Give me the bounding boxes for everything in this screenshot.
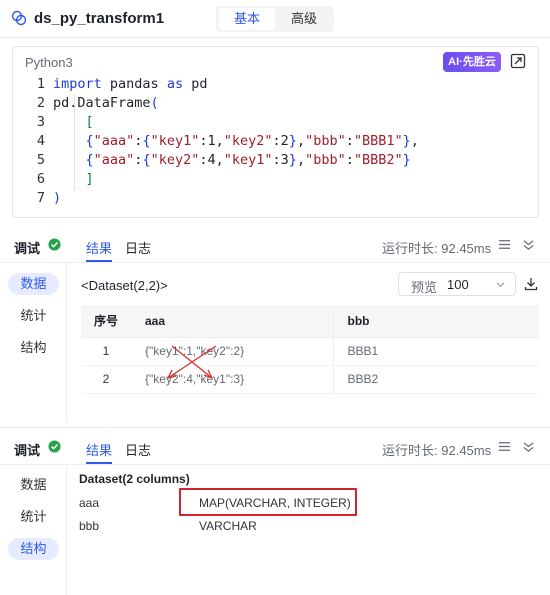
line-number: 4 [36,133,45,149]
runtime-value: 92.45ms [441,241,492,256]
side-tab-stats[interactable]: 统计 [8,506,59,528]
runtime-value: 92.45ms [441,443,492,458]
code-line: 6 ] [13,170,538,189]
table-cell: 1 [81,337,131,366]
line-number: 7 [36,190,45,206]
column-header: bbb [333,305,539,338]
side-tab-structure[interactable]: 结构 [8,538,59,560]
table-cell: BBB1 [333,337,539,366]
collapse-icon[interactable] [522,440,535,453]
side-tab-data[interactable]: 数据 [8,273,59,295]
columns-title: Dataset(2 columns) [79,472,190,486]
runtime-label: 运行时长: [382,241,438,256]
table-cell: 2 [81,365,131,394]
debug-title: 调试 [14,241,41,256]
runtime-label: 运行时长: [382,443,438,458]
mode-switch: 基本 高级 [216,6,334,32]
chevron-down-icon [496,282,505,288]
column-name: bbb [79,519,100,533]
line-number: 5 [36,152,45,168]
tab-result[interactable]: 结果 [86,238,112,257]
column-header: aaa [131,305,334,338]
line-number: 1 [36,76,45,92]
code-line: 1 import pandas as pd [13,75,538,94]
result-sidebar: 数据 统计 结构 [0,465,67,595]
top-bar: ds_py_transform1 基本 高级 [0,0,550,38]
result-sidebar: 数据 统计 结构 [0,263,67,423]
dataset-title: <Dataset(2,2)> [81,278,168,293]
highlight-annotation [179,488,357,516]
line-number: 3 [36,114,45,130]
success-icon [48,440,61,453]
side-tab-structure[interactable]: 结构 [8,337,59,359]
download-icon[interactable] [524,277,538,291]
table-cell: BBB2 [333,365,539,394]
line-number: 6 [36,171,45,187]
tab-log[interactable]: 日志 [125,440,151,459]
preview-value: 100 [447,277,469,292]
column-header: 序号 [81,305,131,338]
tab-basic[interactable]: 基本 [219,8,275,30]
debug-title: 调试 [14,443,41,458]
expand-icon[interactable] [510,53,526,69]
code-line: 3 [ [13,113,538,132]
code-line: 2 pd.DataFrame( [13,94,538,113]
list-icon[interactable] [498,440,511,453]
code-editor[interactable]: Python3 AI·先胜云 1 import pandas as pd 2 pd.… [12,46,539,218]
line-number: 2 [36,95,45,111]
success-icon [48,238,61,251]
result-header: 调试 结果 日志 运行时长: 92.45ms [0,428,550,464]
side-tab-stats[interactable]: 统计 [8,305,59,327]
list-icon[interactable] [498,238,511,251]
column-name: aaa [79,496,100,510]
tab-advanced[interactable]: 高级 [276,8,332,30]
table-header-row: 序号 aaa bbb [81,305,539,338]
code-lines: 1 import pandas as pd 2 pd.DataFrame( 3 [ … [13,75,538,208]
swap-arrows-annotation [167,345,217,379]
result-panel-data: 调试 结果 日志 运行时长: 92.45ms 数据 统计 结构 <Dataset… [0,226,550,423]
language-label: Python3 [25,55,73,70]
tab-log[interactable]: 日志 [125,238,151,257]
divider [0,464,550,465]
runtime-text: 运行时长: 92.45ms [382,440,491,459]
column-type: VARCHAR [199,519,257,533]
python-node-icon [11,10,27,26]
code-line: 4 {"aaa":{"key1":1,"key2":2},"bbb":"BBB1… [13,132,538,151]
code-line: 5 {"aaa":{"key2":4,"key1":3},"bbb":"BBB2… [13,151,538,170]
preview-label: 预览 [411,280,438,295]
result-header: 调试 结果 日志 运行时长: 92.45ms [0,226,550,262]
node-title: ds_py_transform1 [34,10,165,27]
side-tab-data[interactable]: 数据 [8,474,59,496]
collapse-icon[interactable] [522,238,535,251]
result-panel-structure: 调试 结果 日志 运行时长: 92.45ms 数据 统计 结构 Dataset(… [0,427,550,595]
divider [0,262,550,263]
preview-select[interactable]: 预览 100 [398,272,516,296]
runtime-text: 运行时长: 92.45ms [382,238,491,257]
tab-result[interactable]: 结果 [86,440,112,459]
code-line: 7) [13,189,538,208]
ai-assistant-button[interactable]: AI·先胜云 [443,52,501,72]
